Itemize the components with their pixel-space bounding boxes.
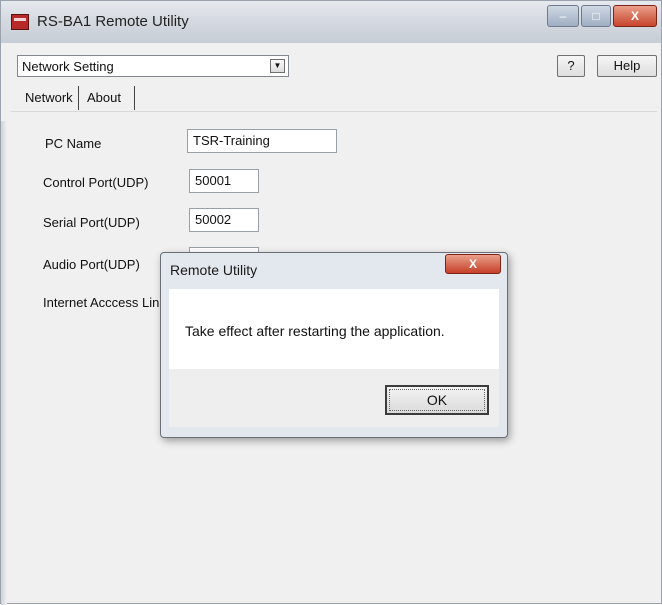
dialog-title: Remote Utility	[170, 262, 258, 278]
tab-about[interactable]: About	[83, 86, 135, 110]
tab-network[interactable]: Network	[21, 86, 79, 110]
help-button[interactable]: Help	[597, 55, 657, 77]
title-bar[interactable]: RS-BA1 Remote Utility – □ X	[1, 1, 661, 43]
maximize-button[interactable]: □	[581, 5, 611, 27]
serial-port-label: Serial Port(UDP)	[43, 215, 140, 230]
serial-port-field[interactable]: 50002	[189, 208, 259, 232]
mode-select[interactable]: Network Setting ▼	[17, 55, 289, 77]
control-port-label: Control Port(UDP)	[43, 175, 149, 190]
dialog-close-button[interactable]: X	[445, 254, 501, 274]
pc-name-field[interactable]: TSR-Training	[187, 129, 337, 153]
audio-port-label: Audio Port(UDP)	[43, 257, 140, 272]
window-title: RS-BA1 Remote Utility	[37, 13, 189, 30]
control-port-field[interactable]: 50001	[189, 169, 259, 193]
internet-access-label: Internet Acccess Lin	[43, 295, 160, 310]
mode-select-value: Network Setting	[22, 59, 114, 74]
minimize-button[interactable]: –	[547, 5, 579, 27]
chevron-down-icon[interactable]: ▼	[270, 59, 285, 73]
dialog-body: Take effect after restarting the applica…	[169, 289, 499, 369]
pc-name-label: PC Name	[45, 136, 102, 151]
window-edge	[1, 121, 7, 605]
app-icon	[11, 14, 29, 30]
close-button[interactable]: X	[613, 5, 657, 27]
remote-utility-dialog: Remote Utility X Take effect after resta…	[160, 252, 508, 438]
ok-button[interactable]: OK	[385, 385, 489, 415]
question-button[interactable]: ?	[557, 55, 585, 77]
dialog-message: Take effect after restarting the applica…	[185, 323, 445, 339]
